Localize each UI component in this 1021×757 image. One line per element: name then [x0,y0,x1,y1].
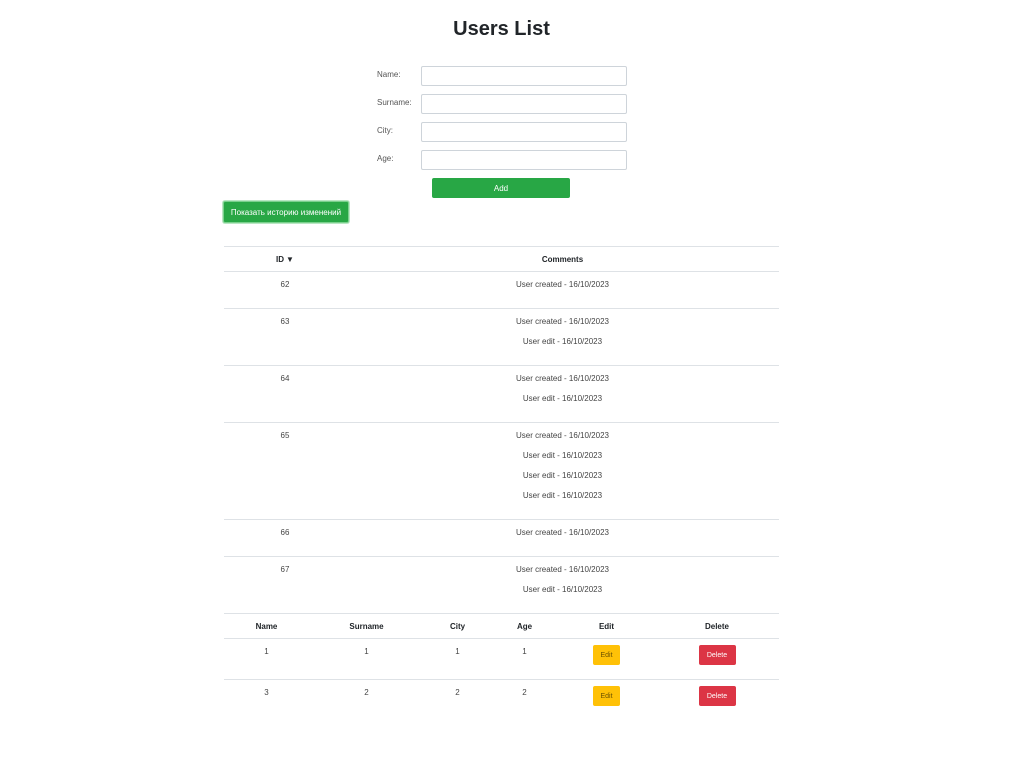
comment-line: User created - 16/10/2023 [516,528,609,537]
history-id: 63 [224,308,346,366]
city-input[interactable] [421,122,627,142]
comment-line: User created - 16/10/2023 [516,431,609,440]
edit-column-header: Edit [558,613,655,639]
delete-cell: Delete [655,680,779,721]
history-row: 64 User created - 16/10/2023 User edit -… [224,365,779,423]
history-comments: User created - 16/10/2023 User edit - 16… [346,557,779,614]
add-button[interactable]: Add [432,178,570,198]
delete-button[interactable]: Delete [698,645,736,665]
age-input[interactable] [421,150,627,170]
history-id: 67 [280,565,290,574]
sort-down-icon[interactable]: ▼ [286,255,294,264]
comment-line: User created - 16/10/2023 [516,280,609,289]
comment-line: User created - 16/10/2023 [516,317,609,326]
age-column-header: Age [491,613,558,639]
show-history-button[interactable]: Показать историю изменений [223,201,349,223]
user-city: 2 [455,688,460,697]
user-row: 1 1 1 1 Edit Delete [224,638,779,680]
delete-column-header: Delete [655,613,779,639]
comment-line: User edit - 16/10/2023 [522,451,603,460]
age-label: Age: [377,154,394,163]
history-row: 66 User created - 16/10/2023 [224,519,779,557]
id-header-label: ID [276,254,285,264]
comments-column-header: Comments [346,246,779,272]
comment-line: User edit - 16/10/2023 [522,394,603,403]
id-column-header[interactable]: ID ▼ [224,246,346,272]
edit-button[interactable]: Edit [593,645,620,665]
surname-row: Surname: [377,94,637,114]
comment-line: User edit - 16/10/2023 [522,585,603,594]
surname-label: Surname: [377,98,412,107]
surname-input[interactable] [421,94,627,114]
users-header-row: Name Surname City Age Edit Delete [224,613,779,639]
history-comments: User created - 16/10/2023 [346,519,779,557]
user-row: 3 2 2 2 Edit Delete [224,680,779,721]
history-row: 62 User created - 16/10/2023 [224,271,779,309]
page-title: Users List [453,18,550,40]
age-row: Age: [377,150,637,170]
delete-button[interactable]: Delete [698,686,736,706]
city-column-header: City [424,613,491,639]
user-surname: 1 [309,638,424,680]
user-age: 2 [522,688,527,697]
user-city: 1 [424,638,491,680]
edit-cell: Edit [558,638,655,680]
surname-column-header: Surname [309,613,424,639]
name-label: Name: [377,70,401,79]
user-surname: 2 [364,688,369,697]
history-comments: User created - 16/10/2023 User edit - 16… [346,365,779,423]
delete-cell: Delete [655,638,779,680]
name-column-header: Name [224,613,309,639]
comment-line: User edit - 16/10/2023 [522,491,603,500]
comment-line: User edit - 16/10/2023 [522,337,603,346]
history-header-row: ID ▼ Comments [224,246,779,272]
history-id: 65 [224,422,346,520]
user-age: 1 [491,638,558,680]
history-row: 65 User created - 16/10/2023 User edit -… [224,422,779,520]
comment-line: User created - 16/10/2023 [516,565,609,574]
name-row: Name: [377,66,637,86]
comment-line: User created - 16/10/2023 [516,374,609,383]
history-id: 62 [224,271,346,309]
users-table: Name Surname City Age Edit Delete 1 1 1 … [224,613,779,720]
history-comments: User created - 16/10/2023 User edit - 16… [346,308,779,366]
history-row: 63 User created - 16/10/2023 User edit -… [224,308,779,366]
edit-button[interactable]: Edit [593,686,620,706]
history-row: 67 User created - 16/10/2023 User edit -… [224,557,779,614]
history-id: 64 [224,365,346,423]
history-id: 66 [224,519,346,557]
user-name: 1 [224,638,309,680]
edit-cell: Edit [558,680,655,721]
comment-line: User edit - 16/10/2023 [522,471,603,480]
user-name: 3 [264,688,269,697]
city-label: City: [377,126,393,135]
history-comments: User created - 16/10/2023 [346,271,779,309]
name-input[interactable] [421,66,627,86]
history-comments: User created - 16/10/2023 User edit - 16… [346,422,779,520]
history-table: ID ▼ Comments 62 User created - 16/10/202… [224,246,779,613]
city-row: City: [377,122,637,142]
